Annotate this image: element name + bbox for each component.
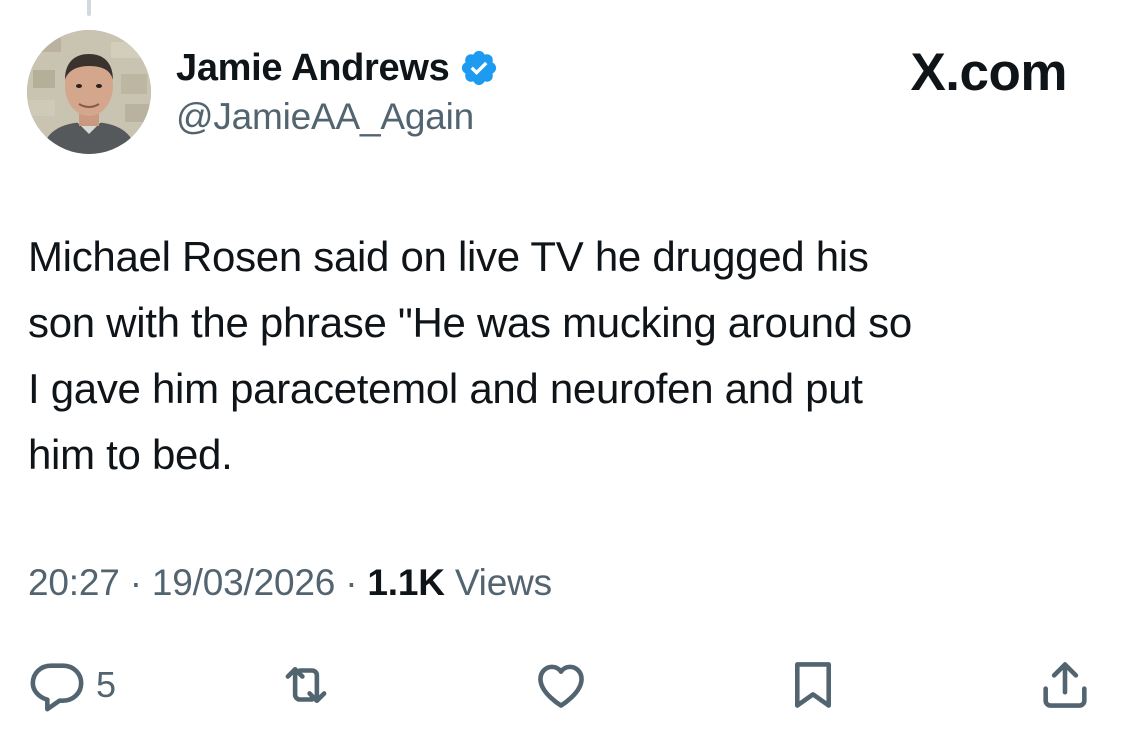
tweet-body: Michael Rosen said on live TV he drugged… (28, 224, 1098, 488)
author-handle[interactable]: @JamieAA_Again (176, 96, 474, 138)
share-icon (1036, 656, 1094, 714)
views-label: Views (454, 562, 552, 603)
like-icon (530, 656, 592, 714)
meta-separator: · (129, 562, 142, 603)
meta-separator: · (345, 562, 358, 603)
views-count: 1.1K (367, 562, 445, 603)
tweet-text-line: son with the phrase "He was mucking arou… (28, 299, 912, 346)
thread-connector-line (87, 0, 91, 16)
reply-button[interactable]: 5 (28, 655, 116, 715)
verified-badge-icon (459, 48, 499, 88)
bookmark-button[interactable] (784, 655, 842, 715)
tweet-date[interactable]: 19/03/2026 (152, 562, 335, 603)
author-header: Jamie Andrews (176, 44, 499, 92)
bookmark-icon (784, 656, 842, 714)
source-watermark: X.com (910, 43, 1067, 102)
share-button[interactable] (1036, 655, 1094, 715)
tweet-text-line: I gave him paracetemol and neurofen and … (28, 365, 863, 412)
reply-icon (28, 656, 86, 714)
tweet-text-line: him to bed. (28, 431, 233, 478)
tweet-meta: 20:27 · 19/03/2026 · 1.1K Views (28, 562, 552, 604)
tweet-time[interactable]: 20:27 (28, 562, 120, 603)
tweet-text-line: Michael Rosen said on live TV he drugged… (28, 233, 869, 280)
reply-count: 5 (96, 664, 117, 705)
action-bar: 5 (0, 655, 1125, 715)
retweet-button[interactable] (275, 655, 337, 715)
avatar[interactable] (27, 30, 151, 154)
retweet-icon (275, 656, 337, 714)
author-display-name[interactable]: Jamie Andrews (176, 47, 450, 90)
like-button[interactable] (530, 655, 592, 715)
